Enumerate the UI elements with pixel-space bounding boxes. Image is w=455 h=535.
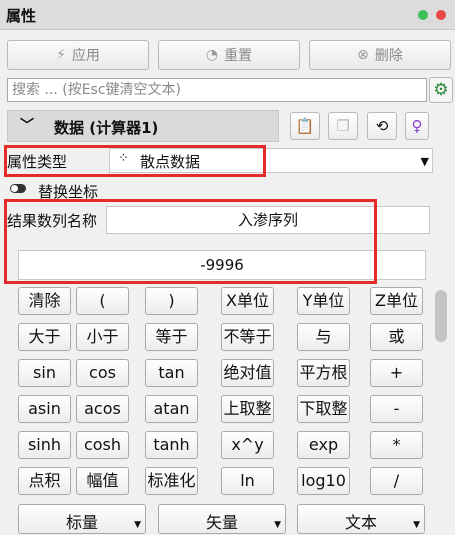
reset-gauge-icon: ◔: [205, 47, 219, 63]
keypad-button[interactable]: X单位: [221, 287, 274, 315]
keypad-button[interactable]: sin: [18, 359, 71, 387]
keypad-button[interactable]: tan: [145, 359, 198, 387]
dropdown-arrow-icon: ▼: [413, 520, 420, 530]
apply-button[interactable]: ⚡ 应用: [7, 40, 149, 70]
paste-icon[interactable]: ❐: [328, 112, 358, 140]
keypad-button[interactable]: exp: [297, 431, 350, 459]
panel-title: 属性: [6, 7, 37, 25]
keypad-button[interactable]: 上取整: [221, 395, 274, 423]
keypad-button[interactable]: Z单位: [370, 287, 423, 315]
highlight-box-result: [4, 199, 377, 284]
keypad-button[interactable]: 标准化: [145, 467, 198, 495]
dropdown-arrow-icon: ▼: [134, 520, 141, 530]
keypad-button[interactable]: log10: [297, 467, 350, 495]
keypad-button[interactable]: ): [145, 287, 198, 315]
delete-button[interactable]: ⊗ 删除: [309, 40, 451, 70]
keypad-button[interactable]: 小于: [76, 323, 129, 351]
vector-label: 矢量: [205, 513, 238, 532]
keypad-button[interactable]: 清除: [18, 287, 71, 315]
section-header[interactable]: ﹀ 数据 (计算器1): [7, 110, 279, 142]
history-icon[interactable]: ⟲: [367, 112, 397, 140]
scalar-dropdown-button[interactable]: 标量 ▼: [18, 504, 146, 534]
dropdown-arrow-icon: ▼: [274, 520, 281, 530]
keypad-button[interactable]: acos: [76, 395, 129, 423]
search-input[interactable]: 搜索 ... (按Esc键清空文本): [7, 78, 427, 102]
chevron-down-icon: ﹀: [20, 118, 34, 134]
keypad-button[interactable]: 不等于: [221, 323, 274, 351]
text-label: 文本: [344, 513, 377, 532]
keypad-button[interactable]: Y单位: [297, 287, 350, 315]
panel-titlebar: 属性: [0, 0, 455, 30]
replace-coords-toggle[interactable]: [10, 184, 26, 193]
keypad-button[interactable]: 点积: [18, 467, 71, 495]
keypad-button[interactable]: tanh: [145, 431, 198, 459]
keypad-button[interactable]: +: [370, 359, 423, 387]
section-title: 数据 (计算器1): [54, 119, 159, 137]
keypad-button[interactable]: (: [76, 287, 129, 315]
apply-label: 应用: [71, 48, 100, 64]
close-dot-icon[interactable]: [436, 10, 446, 20]
keypad-button[interactable]: atan: [145, 395, 198, 423]
delete-label: 删除: [374, 48, 403, 64]
keypad-button[interactable]: x^y: [221, 431, 274, 459]
keypad-button[interactable]: 绝对值: [221, 359, 274, 387]
keypad-button[interactable]: 大于: [18, 323, 71, 351]
keypad-button[interactable]: 下取整: [297, 395, 350, 423]
keypad-button[interactable]: sinh: [18, 431, 71, 459]
scrollbar-thumb[interactable]: [435, 290, 447, 342]
keypad-button[interactable]: 平方根: [297, 359, 350, 387]
keypad-button[interactable]: 与: [297, 323, 350, 351]
keypad-button[interactable]: 或: [370, 323, 423, 351]
reset-button[interactable]: ◔ 重置: [158, 40, 300, 70]
vector-dropdown-button[interactable]: 矢量 ▼: [158, 504, 286, 534]
user-icon[interactable]: ♀: [405, 112, 429, 140]
keypad-button[interactable]: cosh: [76, 431, 129, 459]
keypad-button[interactable]: 幅值: [76, 467, 129, 495]
keypad-button[interactable]: 等于: [145, 323, 198, 351]
keypad-button[interactable]: ln: [221, 467, 274, 495]
copy-icon[interactable]: 📋: [290, 112, 320, 140]
settings-gear-icon[interactable]: ⚙: [429, 77, 453, 103]
delete-circle-icon: ⊗: [357, 47, 369, 63]
keypad-button[interactable]: /: [370, 467, 423, 495]
text-dropdown-button[interactable]: 文本 ▼: [297, 504, 425, 534]
dropdown-arrow-icon: ▼: [420, 155, 429, 168]
keypad-button[interactable]: asin: [18, 395, 71, 423]
keypad-button[interactable]: -: [370, 395, 423, 423]
float-dot-icon[interactable]: [418, 10, 428, 20]
reset-label: 重置: [224, 48, 253, 64]
scalar-label: 标量: [65, 513, 98, 532]
lightning-icon: ⚡: [56, 47, 66, 63]
keypad-button[interactable]: *: [370, 431, 423, 459]
keypad-button[interactable]: cos: [76, 359, 129, 387]
highlight-box-type: [4, 145, 266, 177]
